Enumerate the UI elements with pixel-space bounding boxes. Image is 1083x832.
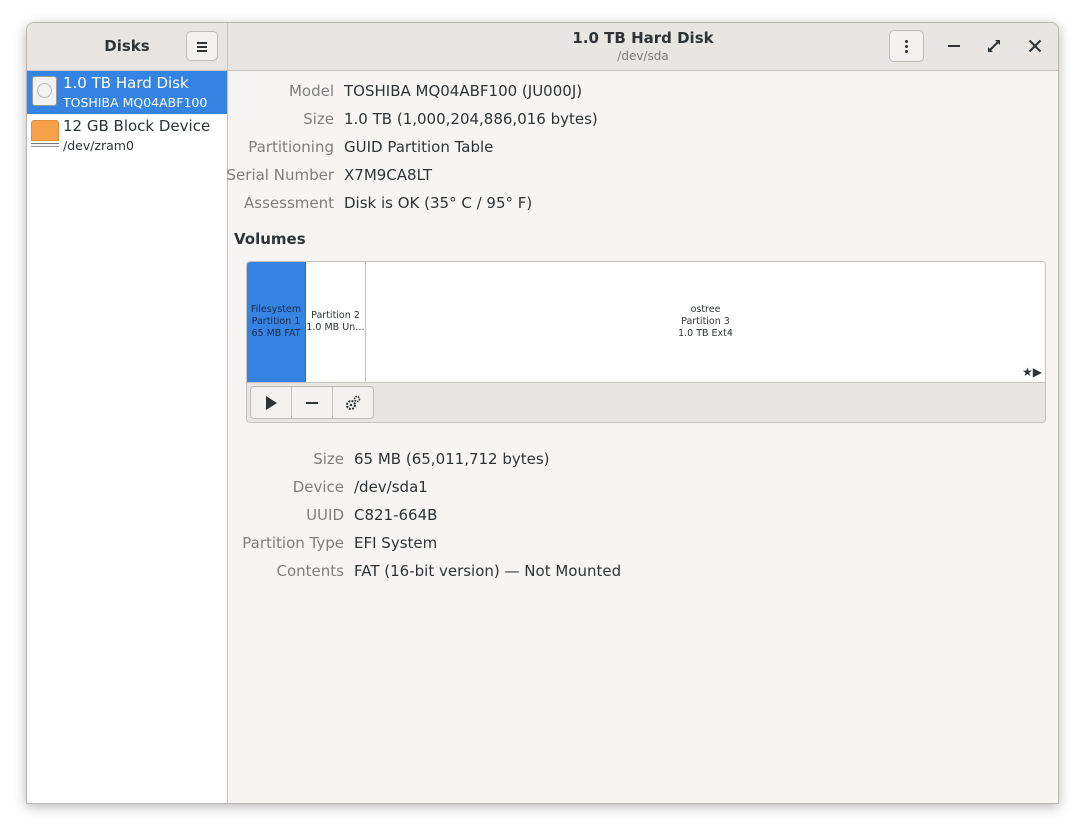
info-value: C821-664B [354,506,438,524]
device-name: 12 GB Block Device [63,117,211,135]
play-icon [266,395,277,410]
info-label: Size [303,110,334,128]
device-sidebar: 1.0 TB Hard Disk TOSHIBA MQ04ABF100 12 G… [27,71,228,803]
minimize-icon [948,45,960,47]
gears-icon [346,395,361,410]
info-value: FAT (16-bit version) — Not Mounted [354,562,622,580]
sidebar-item-block-device[interactable]: 12 GB Block Device /dev/zram0 [27,114,227,157]
disk-menu-button[interactable] [889,30,924,62]
partition-2-block[interactable]: Partition 2 1.0 MB Un… [306,262,366,382]
block-device-icon [31,120,59,148]
info-value: GUID Partition Table [344,138,494,156]
volume-toolbar [250,386,374,419]
close-button[interactable] [1024,35,1046,57]
info-value: EFI System [354,534,438,552]
partition-row-device: Device /dev/sda1 [228,478,428,498]
close-icon [1028,39,1042,53]
hamburger-icon [197,42,207,52]
sidebar-item-hard-disk[interactable]: 1.0 TB Hard Disk TOSHIBA MQ04ABF100 [27,71,227,114]
info-row-partitioning: Partitioning GUID Partition Table [228,138,493,158]
main-header: 1.0 TB Hard Disk /dev/sda [228,23,1058,71]
device-subtitle: TOSHIBA MQ04ABF100 [63,95,208,110]
minus-icon [306,401,318,404]
info-value: Disk is OK (35° C / 95° F) [344,194,533,212]
info-value: X7M9CA8LT [344,166,433,184]
device-subtitle: /dev/zram0 [63,138,134,153]
sidebar-header: Disks [27,23,228,71]
device-name: 1.0 TB Hard Disk [63,74,189,92]
partition-line: Partition 2 [311,310,360,321]
info-label: Assessment [244,194,334,212]
partition-line: 65 MB FAT [251,328,301,339]
disk-title: 1.0 TB Hard Disk [572,29,714,47]
hard-disk-icon [32,76,57,106]
info-value: TOSHIBA MQ04ABF100 (JU000J) [344,82,583,100]
info-label: Partitioning [248,138,334,156]
volumes-heading: Volumes [234,230,306,248]
info-value: /dev/sda1 [354,478,428,496]
info-label: UUID [306,506,344,524]
partition-row-uuid: UUID C821-664B [228,506,437,526]
info-row-serial: Serial Number X7M9CA8LT [226,166,433,186]
info-row-assessment: Assessment Disk is OK (35° C / 95° F) [228,194,532,214]
info-row-size: Size 1.0 TB (1,000,204,886,016 bytes) [228,110,598,130]
minimize-button[interactable] [943,35,965,57]
partition-line: Partition 3 [681,316,730,327]
info-label: Size [313,450,344,468]
info-label: Device [292,478,344,496]
disk-subtitle: /dev/sda [617,49,669,63]
disk-details: Model TOSHIBA MQ04ABF100 (JU000J) Size 1… [226,71,1058,803]
partition-line: ostree [690,304,721,315]
info-label: Serial Number [226,166,334,184]
partition-row-type: Partition Type EFI System [228,534,437,554]
volumes-frame: Filesystem Partition 1 65 MB FAT Partiti… [246,261,1046,423]
info-value: 65 MB (65,011,712 bytes) [354,450,550,468]
partition-line: 1.0 TB Ext4 [678,328,733,339]
partition-1-block[interactable]: Filesystem Partition 1 65 MB FAT [247,262,306,382]
maximize-icon [988,40,1000,52]
partition-3-block[interactable]: ostree Partition 3 1.0 TB Ext4 [366,262,1045,382]
delete-partition-button[interactable] [291,386,333,419]
mount-button[interactable] [250,386,292,419]
partition-line: 1.0 MB Un… [306,322,365,333]
info-label: Partition Type [242,534,344,552]
disks-window: Disks 1.0 TB Hard Disk /dev/sda 1.0 TB H… [26,22,1059,804]
partition-options-button[interactable] [332,386,374,419]
partition-row-size: Size 65 MB (65,011,712 bytes) [228,450,549,470]
maximize-button[interactable] [983,35,1005,57]
partition-line: Partition 1 [251,316,301,327]
star-play-icons: ★▶ [1022,365,1042,379]
info-label: Model [288,82,334,100]
partition-row-contents: Contents FAT (16-bit version) — Not Moun… [228,562,622,582]
partition-line: Filesystem [250,304,302,315]
info-value: 1.0 TB (1,000,204,886,016 bytes) [344,110,598,128]
app-menu-button[interactable] [186,31,218,61]
info-row-model: Model TOSHIBA MQ04ABF100 (JU000J) [228,82,582,102]
info-label: Contents [276,562,344,580]
partition-map: Filesystem Partition 1 65 MB FAT Partiti… [247,262,1045,383]
kebab-menu-icon [905,39,908,43]
